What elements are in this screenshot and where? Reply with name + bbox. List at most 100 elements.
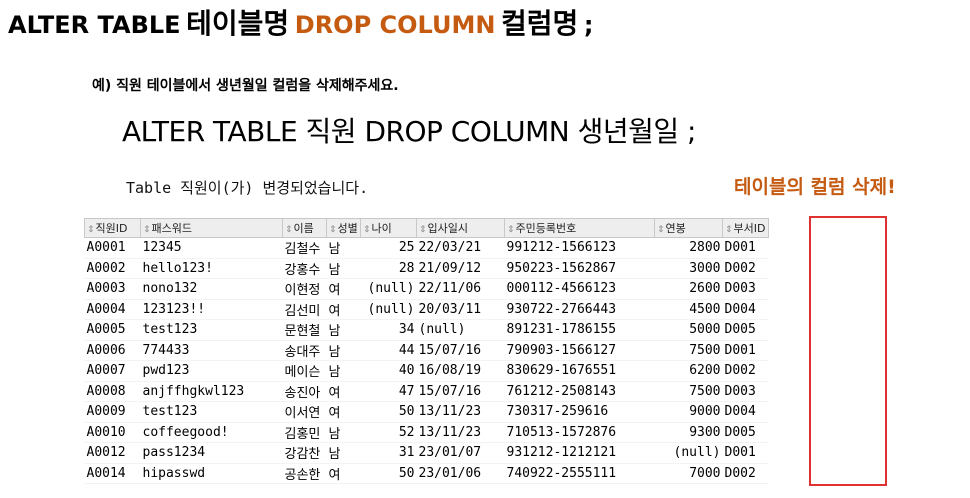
table-cell[interactable]: 12345 xyxy=(140,237,283,259)
table-cell[interactable]: A0004 xyxy=(84,299,141,320)
table-cell[interactable]: D002 xyxy=(722,258,769,279)
table-cell[interactable]: 송대주 xyxy=(282,340,327,361)
table-cell[interactable]: 여 xyxy=(326,278,361,300)
table-cell[interactable]: D004 xyxy=(722,299,769,320)
table-cell[interactable]: A0012 xyxy=(84,442,141,464)
table-cell[interactable]: 3000 xyxy=(654,258,723,279)
table-row[interactable]: A0009 test123 이서연 여 50 13/11/23 730317-259616 9… xyxy=(84,401,769,423)
table-cell[interactable]: 이서연 xyxy=(282,401,327,423)
table-row[interactable]: A0006 774433 송대주 남 44 15/07/16 790903-1566127 7… xyxy=(84,340,769,361)
table-cell[interactable]: 830629-1676551 xyxy=(504,360,655,382)
table-cell[interactable]: 9300 xyxy=(654,422,723,443)
table-row[interactable]: A0007 pwd123 메이슨 남 40 16/08/19 830629-1676551 6… xyxy=(84,360,769,382)
table-cell[interactable]: 930722-2766443 xyxy=(504,299,655,320)
table-cell[interactable]: 9000 xyxy=(654,401,723,423)
table-row[interactable]: A0010 coffeegood! 김홍민 남 52 13/11/23 710513-157… xyxy=(84,422,769,443)
table-row[interactable]: A0014 hipasswd 공손한 여 50 23/01/06 740922-255511… xyxy=(84,463,769,484)
table-row[interactable]: A0012 pass1234 강감찬 남 31 23/01/07 931212-121212… xyxy=(84,442,769,464)
table-cell[interactable]: A0014 xyxy=(84,463,141,484)
table-cell[interactable]: 남 xyxy=(326,340,361,361)
table-cell[interactable]: 여 xyxy=(326,401,361,423)
table-cell[interactable]: 2600 xyxy=(654,278,723,300)
table-cell[interactable]: 774433 xyxy=(140,340,283,361)
table-cell[interactable]: 123123!! xyxy=(140,299,283,320)
table-cell[interactable]: hipasswd xyxy=(140,463,283,484)
table-cell[interactable]: 16/08/19 xyxy=(416,360,505,382)
table-cell[interactable]: A0009 xyxy=(84,401,141,423)
table-cell[interactable]: 34 xyxy=(360,319,417,341)
table-cell[interactable]: 4500 xyxy=(654,299,723,320)
table-cell[interactable]: test123 xyxy=(140,319,283,341)
table-cell[interactable]: A0007 xyxy=(84,360,141,382)
table-cell[interactable]: 여 xyxy=(326,299,361,320)
table-cell[interactable]: 김홍민 xyxy=(282,422,327,443)
table-cell[interactable]: 김선미 xyxy=(282,299,327,320)
table-cell[interactable]: D001 xyxy=(722,442,769,464)
table-cell[interactable]: D005 xyxy=(722,319,769,341)
table-cell[interactable]: D002 xyxy=(722,360,769,382)
table-cell[interactable]: A0003 xyxy=(84,278,141,300)
table-cell[interactable]: A0008 xyxy=(84,381,141,402)
column-header-emp-id[interactable]: ⇕직원ID xyxy=(84,218,141,238)
table-cell[interactable]: D003 xyxy=(722,278,769,300)
table-cell[interactable]: 김철수 xyxy=(282,237,327,259)
table-cell[interactable]: 13/11/23 xyxy=(416,401,505,423)
table-cell[interactable]: 23/01/07 xyxy=(416,442,505,464)
table-cell[interactable]: 20/03/11 xyxy=(416,299,505,320)
table-cell[interactable]: 31 xyxy=(360,442,417,464)
column-header-gender[interactable]: ⇕성별 xyxy=(326,218,361,238)
table-cell[interactable]: 7500 xyxy=(654,381,723,402)
table-cell[interactable]: 23/01/06 xyxy=(416,463,505,484)
table-cell[interactable]: 25 xyxy=(360,237,417,259)
table-cell[interactable]: anjffhgkwl123 xyxy=(140,381,283,402)
table-cell[interactable]: 790903-1566127 xyxy=(504,340,655,361)
table-cell[interactable]: 남 xyxy=(326,237,361,259)
table-cell[interactable]: nono132 xyxy=(140,278,283,300)
table-cell[interactable]: 000112-4566123 xyxy=(504,278,655,300)
table-cell[interactable]: 여 xyxy=(326,381,361,402)
table-cell[interactable]: 15/07/16 xyxy=(416,340,505,361)
table-cell[interactable]: 44 xyxy=(360,340,417,361)
table-row[interactable]: A0002 hello123! 강홍수 남 28 21/09/12 950223-15628… xyxy=(84,258,769,279)
table-cell[interactable]: 15/07/16 xyxy=(416,381,505,402)
table-cell[interactable]: D003 xyxy=(722,381,769,402)
table-cell[interactable]: 공손한 xyxy=(282,463,327,484)
table-cell[interactable]: 950223-1562867 xyxy=(504,258,655,279)
table-cell[interactable]: (null) xyxy=(360,299,417,320)
table-cell[interactable]: 남 xyxy=(326,258,361,279)
table-cell[interactable]: A0006 xyxy=(84,340,141,361)
table-cell[interactable]: 7000 xyxy=(654,463,723,484)
table-cell[interactable]: 21/09/12 xyxy=(416,258,505,279)
table-cell[interactable]: 761212-2508143 xyxy=(504,381,655,402)
table-cell[interactable]: 남 xyxy=(326,422,361,443)
table-cell[interactable]: 931212-1212121 xyxy=(504,442,655,464)
table-cell[interactable]: 22/11/06 xyxy=(416,278,505,300)
table-cell[interactable]: 740922-2555111 xyxy=(504,463,655,484)
table-cell[interactable]: 강홍수 xyxy=(282,258,327,279)
table-row[interactable]: A0008 anjffhgkwl123 송진아 여 47 15/07/16 761212-2… xyxy=(84,381,769,402)
table-cell[interactable]: 여 xyxy=(326,463,361,484)
table-cell[interactable]: 남 xyxy=(326,319,361,341)
table-cell[interactable]: 강감찬 xyxy=(282,442,327,464)
table-cell[interactable]: 남 xyxy=(326,360,361,382)
table-cell[interactable]: 7500 xyxy=(654,340,723,361)
table-row[interactable]: A0003 nono132 이현정 여 (null) 22/11/06 000112-456… xyxy=(84,278,769,300)
table-cell[interactable]: 28 xyxy=(360,258,417,279)
table-cell[interactable]: A0010 xyxy=(84,422,141,443)
table-cell[interactable]: A0005 xyxy=(84,319,141,341)
column-header-name[interactable]: ⇕이름 xyxy=(282,218,327,238)
table-cell[interactable]: 52 xyxy=(360,422,417,443)
table-cell[interactable]: 891231-1786155 xyxy=(504,319,655,341)
table-cell[interactable]: 710513-1572876 xyxy=(504,422,655,443)
table-cell[interactable]: 남 xyxy=(326,442,361,464)
table-cell[interactable]: D005 xyxy=(722,422,769,443)
table-cell[interactable]: 5000 xyxy=(654,319,723,341)
table-row[interactable]: A0001 12345 김철수 남 25 22/03/21 991212-1566123 28… xyxy=(84,237,769,259)
table-cell[interactable]: 이현정 xyxy=(282,278,327,300)
table-cell[interactable]: 6200 xyxy=(654,360,723,382)
table-cell[interactable]: D004 xyxy=(722,401,769,423)
table-cell[interactable]: 송진아 xyxy=(282,381,327,402)
table-cell[interactable]: (null) xyxy=(654,442,723,464)
table-cell[interactable]: pwd123 xyxy=(140,360,283,382)
table-cell[interactable]: coffeegood! xyxy=(140,422,283,443)
